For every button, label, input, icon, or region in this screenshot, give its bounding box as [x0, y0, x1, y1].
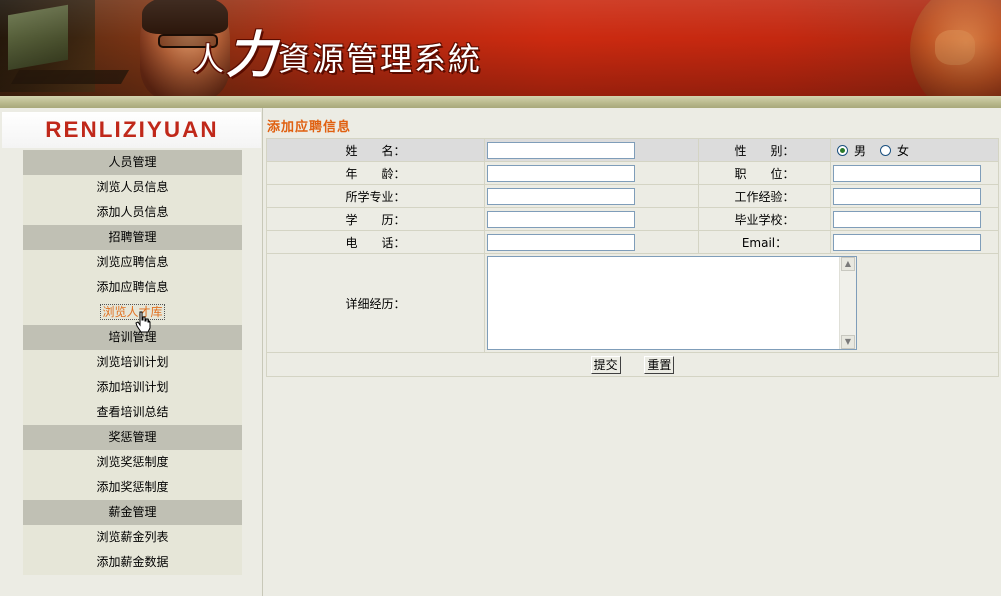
page-title: 添加应聘信息 — [267, 120, 352, 135]
resume-textarea[interactable]: ▲ ▼ — [487, 256, 857, 350]
menu-heading-personnel: 人员管理 — [23, 150, 242, 175]
gender-female-label: 女 — [897, 143, 910, 158]
resume-label: 详细经历： — [266, 253, 485, 353]
name-label: 姓 名： — [266, 138, 485, 162]
header-banner: 人 力 資源管理系統 — [0, 0, 1001, 96]
app-title-part3: 資源管理系統 — [278, 40, 483, 78]
menu-item-browse-training-plans[interactable]: 浏览培训计划 — [23, 350, 242, 375]
school-label: 毕业学校： — [698, 207, 831, 231]
experience-field[interactable] — [833, 187, 981, 205]
app-title-part1: 人 — [192, 40, 225, 78]
age-label: 年 龄： — [266, 161, 485, 185]
menu-item-add-training-plan[interactable]: 添加培训计划 — [23, 375, 242, 400]
header-divider-bar — [0, 96, 1001, 108]
menu-item-label: 浏览薪金列表 — [96, 530, 169, 544]
menu-item-add-reward-rule[interactable]: 添加奖惩制度 — [23, 475, 242, 500]
experience-label: 工作经验： — [698, 184, 831, 208]
email-field[interactable] — [833, 233, 981, 251]
reset-button[interactable]: 重置 — [644, 355, 675, 374]
menu-item-label: 添加人员信息 — [96, 205, 169, 219]
school-field[interactable] — [833, 210, 981, 228]
major-field[interactable] — [487, 187, 635, 205]
main-content: 添加应聘信息 姓 名： 性 别： 男 女 年 龄： 职 位： 所学专业： 工作经… — [263, 108, 1001, 596]
phone-label: 电 话： — [266, 230, 485, 254]
menu-item-browse-reward-rules[interactable]: 浏览奖惩制度 — [23, 450, 242, 475]
menu-item-label: 添加奖惩制度 — [96, 480, 169, 494]
applicant-form: 姓 名： 性 别： 男 女 年 龄： 职 位： 所学专业： 工作经验： 学 历：… — [266, 138, 999, 377]
menu-item-browse-applicants[interactable]: 浏览应聘信息 — [23, 250, 242, 275]
menu-item-view-training-summary[interactable]: 查看培训总结 — [23, 400, 242, 425]
menu-heading-salary: 薪金管理 — [23, 500, 242, 525]
menu-heading-rewards-penalties: 奖惩管理 — [23, 425, 242, 450]
menu-item-label: 浏览人员信息 — [96, 180, 169, 194]
education-label: 学 历： — [266, 207, 485, 231]
menu-heading-recruitment: 招聘管理 — [23, 225, 242, 250]
major-label: 所学专业： — [266, 184, 485, 208]
menu-item-add-salary[interactable]: 添加薪金数据 — [23, 550, 242, 575]
menu-item-label: 浏览培训计划 — [96, 355, 169, 369]
menu-item-label: 添加薪金数据 — [96, 555, 169, 569]
menu-item-label: 浏览应聘信息 — [96, 255, 169, 269]
app-title: 人 力 資源管理系統 — [192, 20, 482, 80]
menu-item-browse-salary[interactable]: 浏览薪金列表 — [23, 525, 242, 550]
sidebar-logo: RENLIZIYUAN — [2, 112, 261, 148]
sidebar-logo-text: RENLIZIYUAN — [44, 117, 219, 142]
position-label: 职 位： — [698, 161, 831, 185]
age-field[interactable] — [487, 164, 635, 182]
gender-radio-female[interactable] — [880, 144, 892, 156]
menu-item-label: 添加培训计划 — [96, 380, 169, 394]
sidebar-menu: 人员管理 浏览人员信息 添加人员信息 招聘管理 浏览应聘信息 添加应聘信息 浏览… — [23, 150, 242, 575]
menu-item-label: 浏览奖惩制度 — [96, 455, 169, 469]
menu-heading-training: 培训管理 — [23, 325, 242, 350]
scroll-down-arrow-icon[interactable]: ▼ — [841, 335, 855, 349]
gender-radio-group: 男 女 — [833, 142, 998, 159]
phone-field[interactable] — [487, 233, 635, 251]
menu-item-browse-talent-pool[interactable]: 浏览人才库 — [23, 300, 242, 325]
menu-item-browse-personnel[interactable]: 浏览人员信息 — [23, 175, 242, 200]
position-field[interactable] — [833, 164, 981, 182]
menu-item-label: 浏览人才库 — [100, 304, 165, 320]
app-title-part2: 力 — [226, 25, 277, 84]
scroll-up-arrow-icon[interactable]: ▲ — [841, 257, 855, 271]
gender-male-label: 男 — [854, 143, 867, 158]
submit-button[interactable]: 提交 — [590, 355, 621, 374]
menu-item-label: 查看培训总结 — [96, 405, 169, 419]
name-field[interactable] — [487, 141, 635, 159]
gender-radio-male[interactable] — [837, 144, 848, 156]
menu-item-label: 添加应聘信息 — [96, 280, 169, 294]
gender-label: 性 别： — [698, 138, 831, 162]
email-label: Email： — [698, 230, 831, 254]
resume-scrollbar[interactable]: ▲ ▼ — [839, 257, 856, 349]
menu-item-add-personnel[interactable]: 添加人员信息 — [23, 200, 242, 225]
education-field[interactable] — [487, 210, 635, 228]
sidebar: RENLIZIYUAN 人员管理 浏览人员信息 添加人员信息 招聘管理 浏览应聘… — [0, 108, 263, 596]
menu-item-add-applicant[interactable]: 添加应聘信息 — [23, 275, 242, 300]
